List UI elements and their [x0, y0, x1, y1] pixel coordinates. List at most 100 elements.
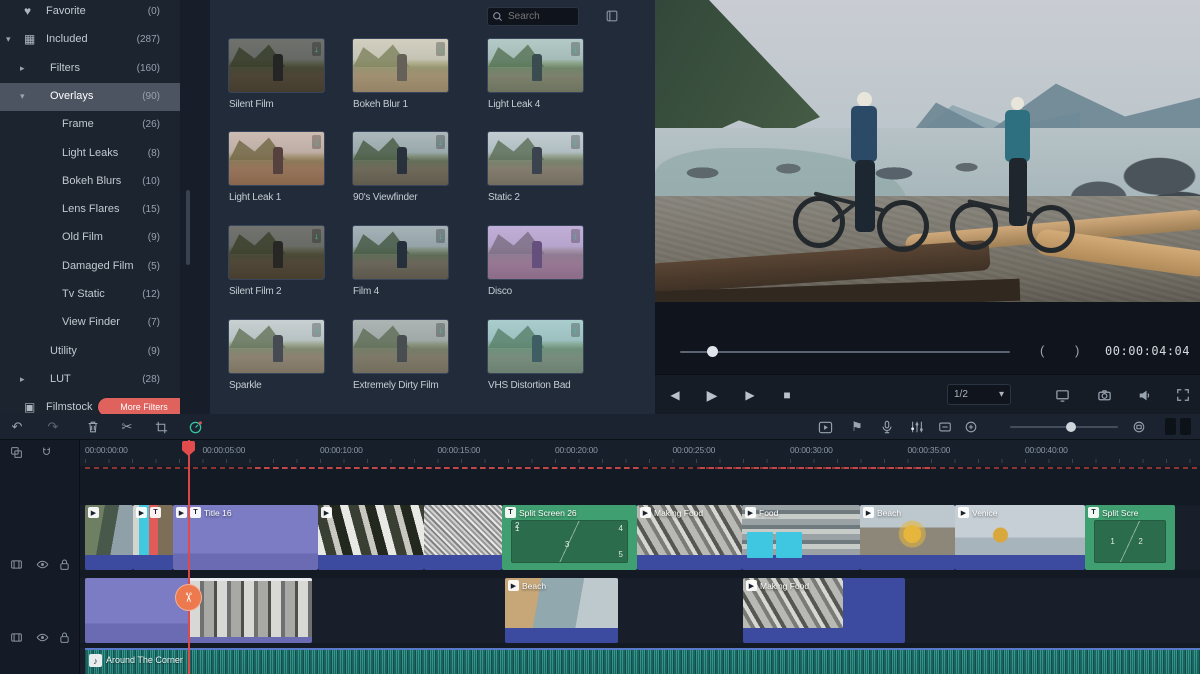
- snapshot-icon[interactable]: [1092, 384, 1116, 406]
- download-icon[interactable]: ↓: [312, 229, 321, 243]
- speed-icon[interactable]: [186, 418, 204, 436]
- voiceover-icon[interactable]: [878, 418, 896, 436]
- timeline-clip-making-food[interactable]: ▶Making Food: [637, 505, 742, 570]
- download-icon[interactable]: ↓: [571, 229, 580, 243]
- effect-thumbnail[interactable]: ↓: [487, 319, 584, 374]
- effect-thumbnail[interactable]: ↓: [228, 38, 325, 93]
- timeline-clip-beach[interactable]: ▶Beach: [860, 505, 955, 570]
- sidebar-item-bokeh-blurs[interactable]: Bokeh Blurs(10): [0, 168, 180, 196]
- timeline-view-toggle[interactable]: [1180, 418, 1191, 435]
- split-icon[interactable]: ✂: [118, 418, 136, 436]
- sidebar-item-lens-flares[interactable]: Lens Flares(15): [0, 196, 180, 224]
- timeline-clip-food[interactable]: ▶Food: [742, 505, 860, 570]
- timeline-zoom-handle[interactable]: [1066, 422, 1076, 432]
- mark-in-icon[interactable]: (: [1040, 343, 1044, 358]
- effect-silent-film-2[interactable]: ↓Silent Film 2: [228, 225, 328, 305]
- marker-icon[interactable]: ⚑: [848, 418, 866, 436]
- timeline-clip[interactable]: ▶: [318, 505, 424, 570]
- effect-thumbnail[interactable]: ↓: [352, 319, 449, 374]
- stop-button[interactable]: ■: [775, 384, 799, 406]
- render-preview-icon[interactable]: [816, 418, 834, 436]
- download-icon[interactable]: ↓: [436, 135, 445, 149]
- effect-thumbnail[interactable]: ↓: [352, 225, 449, 280]
- volume-icon[interactable]: [1133, 384, 1157, 406]
- sidebar-item-included[interactable]: ▾▦Included(287): [0, 26, 180, 54]
- sidebar-item-filters[interactable]: ▸Filters(160): [0, 55, 180, 83]
- sidebar-item-light-leaks[interactable]: Light Leaks(8): [0, 140, 180, 168]
- effect-disco[interactable]: ↓Disco: [487, 225, 587, 305]
- lock-icon[interactable]: [58, 631, 71, 644]
- playback-quality-select[interactable]: 1/2▾: [947, 384, 1011, 405]
- effect-static-2[interactable]: ↓Static 2: [487, 131, 587, 211]
- timeline-clip-venice[interactable]: ▶Venice: [955, 505, 1085, 570]
- download-icon[interactable]: ↓: [436, 42, 445, 56]
- effect-thumbnail[interactable]: ↓: [352, 38, 449, 93]
- download-icon[interactable]: ↓: [571, 323, 580, 337]
- effect-thumbnail[interactable]: ↓: [228, 225, 325, 280]
- search-box[interactable]: [487, 7, 579, 26]
- effect-extremely-dirty-film[interactable]: ↓Extremely Dirty Film: [352, 319, 452, 399]
- sidebar-item-lut[interactable]: ▸LUT(28): [0, 366, 180, 394]
- next-frame-button[interactable]: ▶: [738, 384, 762, 406]
- download-icon[interactable]: ↓: [312, 323, 321, 337]
- redo-icon[interactable]: ↷: [44, 418, 62, 436]
- sidebar-item-damaged-film[interactable]: Damaged Film(5): [0, 253, 180, 281]
- playhead-grip-scissors[interactable]: ✂: [175, 584, 202, 611]
- display-device-icon[interactable]: [1050, 384, 1074, 406]
- download-icon[interactable]: ↓: [436, 323, 445, 337]
- zoom-in-icon[interactable]: [962, 418, 980, 436]
- eye-icon[interactable]: [36, 558, 49, 571]
- track-icon[interactable]: [10, 631, 23, 644]
- download-icon[interactable]: ↓: [571, 42, 580, 56]
- effect-bokeh-blur-1[interactable]: ↓Bokeh Blur 1: [352, 38, 452, 118]
- search-input[interactable]: [506, 10, 566, 23]
- panel-scrollbar[interactable]: [186, 190, 190, 265]
- timeline-clip-around-the-corner[interactable]: ♪ Around The Corner: [85, 648, 1200, 674]
- download-icon[interactable]: ↓: [571, 135, 580, 149]
- effect-silent-film[interactable]: ↓Silent Film: [228, 38, 328, 118]
- effect-thumbnail[interactable]: ↓: [228, 319, 325, 374]
- timeline-clip-title-16[interactable]: ▶TTitle 16: [173, 505, 318, 570]
- panel-view-icon[interactable]: [605, 9, 619, 23]
- effect-light-leak-1[interactable]: ↓Light Leak 1: [228, 131, 328, 211]
- sidebar-item-frame[interactable]: Frame(26): [0, 111, 180, 139]
- effect-thumbnail[interactable]: ↓: [487, 38, 584, 93]
- undo-icon[interactable]: ↶: [8, 418, 26, 436]
- magnet-icon[interactable]: [40, 446, 53, 459]
- sidebar-item-tv-static[interactable]: Tv Static(12): [0, 281, 180, 309]
- timeline-clip-making-food[interactable]: ▶Making Food: [743, 578, 905, 643]
- seek-slider[interactable]: [680, 351, 1010, 353]
- play-button[interactable]: ▶: [700, 384, 724, 406]
- download-icon[interactable]: ↓: [436, 229, 445, 243]
- previous-frame-button[interactable]: ◀: [663, 384, 687, 406]
- sidebar-item-old-film[interactable]: Old Film(9): [0, 224, 180, 252]
- zoom-fit-icon[interactable]: [1130, 418, 1148, 436]
- delete-icon[interactable]: [84, 418, 102, 436]
- sidebar-item-view-finder[interactable]: View Finder(7): [0, 309, 180, 337]
- sidebar-item-favorite[interactable]: ♥Favorite(0): [0, 0, 180, 26]
- effect-sparkle[interactable]: ↓Sparkle: [228, 319, 328, 399]
- playhead[interactable]: [188, 440, 190, 674]
- timeline-ruler[interactable]: 00:00:00:0000:00:05:0000:00:10:0000:00:1…: [0, 440, 1200, 466]
- mixer-icon[interactable]: [908, 418, 926, 436]
- sidebar-item-overlays[interactable]: ▾Overlays(90): [0, 83, 180, 111]
- effect-thumbnail[interactable]: ↓: [352, 131, 449, 186]
- zoom-out-icon[interactable]: [936, 418, 954, 436]
- eye-icon[interactable]: [36, 631, 49, 644]
- effect-thumbnail[interactable]: ↓: [228, 131, 325, 186]
- effect-light-leak-4[interactable]: ↓Light Leak 4: [487, 38, 587, 118]
- timeline-clip-split-scre[interactable]: 12TSplit Scre: [1085, 505, 1175, 570]
- timeline-view-toggle[interactable]: [1165, 418, 1176, 435]
- effect-90-s-viewfinder[interactable]: ↓90's Viewfinder: [352, 131, 452, 211]
- timeline-clip[interactable]: ▶: [85, 505, 133, 570]
- download-icon[interactable]: ↓: [312, 42, 321, 56]
- effect-thumbnail[interactable]: ↓: [487, 225, 584, 280]
- download-icon[interactable]: ↓: [312, 135, 321, 149]
- track-icon[interactable]: [10, 558, 23, 571]
- effect-vhs-distortion-bad[interactable]: ↓VHS Distortion Bad: [487, 319, 587, 399]
- more-filters-badge[interactable]: More Filters: [98, 398, 180, 414]
- sidebar-item-utility[interactable]: Utility(9): [0, 338, 180, 366]
- effect-film-4[interactable]: ↓Film 4: [352, 225, 452, 305]
- sidebar-item-filmstock[interactable]: ▣FilmstockMore Filters: [0, 394, 180, 414]
- mark-out-icon[interactable]: ): [1075, 343, 1079, 358]
